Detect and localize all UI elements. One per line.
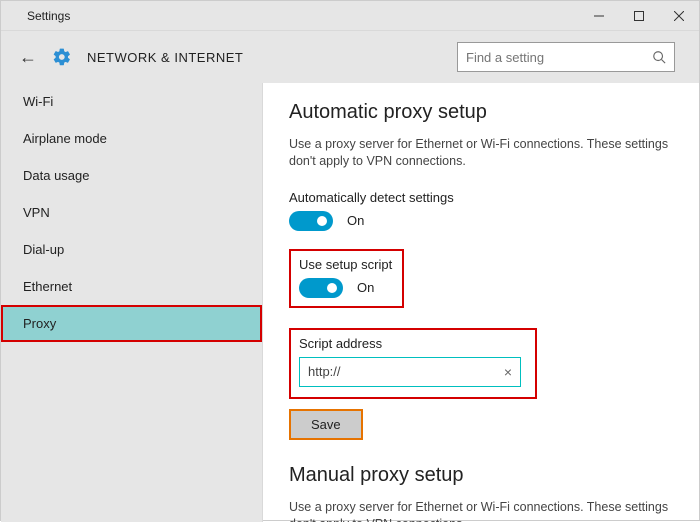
sidebar-item-label: Data usage (23, 168, 90, 183)
sidebar-item-ethernet[interactable]: Ethernet (1, 268, 262, 305)
search-input-wrap[interactable] (457, 42, 675, 72)
sidebar-item-label: Ethernet (23, 279, 72, 294)
auto-detect-label: Automatically detect settings (289, 190, 673, 205)
search-icon (652, 50, 666, 64)
gear-icon (51, 47, 73, 67)
save-button[interactable]: Save (289, 409, 363, 440)
manual-desc: Use a proxy server for Ethernet or Wi-Fi… (289, 499, 669, 522)
maximize-button[interactable] (619, 1, 659, 31)
script-address-input[interactable] (308, 364, 504, 379)
auto-detect-toggle[interactable] (289, 211, 333, 231)
clear-input-icon[interactable]: × (504, 364, 512, 380)
script-address-input-wrap[interactable]: × (299, 357, 521, 387)
use-script-toggle[interactable] (299, 278, 343, 298)
script-address-label: Script address (299, 336, 525, 351)
sidebar-item-label: VPN (23, 205, 50, 220)
sidebar-item-wifi[interactable]: Wi-Fi (1, 83, 262, 120)
use-script-state: On (357, 280, 374, 295)
manual-heading: Manual proxy setup (289, 464, 673, 487)
sidebar: Wi-Fi Airplane mode Data usage VPN Dial-… (1, 83, 263, 522)
content: Automatic proxy setup Use a proxy server… (263, 83, 699, 522)
search-input[interactable] (466, 50, 652, 65)
window-title: Settings (27, 9, 70, 23)
sidebar-item-label: Wi-Fi (23, 94, 53, 109)
minimize-button[interactable] (579, 1, 619, 31)
back-button[interactable]: ← (19, 47, 37, 68)
sidebar-item-proxy[interactable]: Proxy (1, 305, 262, 342)
script-address-group: Script address × (289, 328, 537, 399)
use-script-label: Use setup script (299, 257, 392, 272)
sidebar-item-label: Dial-up (23, 242, 64, 257)
sidebar-item-label: Airplane mode (23, 131, 107, 146)
auto-heading: Automatic proxy setup (289, 101, 673, 124)
sidebar-item-label: Proxy (23, 316, 56, 331)
sidebar-item-vpn[interactable]: VPN (1, 194, 262, 231)
header: ← NETWORK & INTERNET (1, 31, 699, 83)
sidebar-item-airplane[interactable]: Airplane mode (1, 120, 262, 157)
auto-desc: Use a proxy server for Ethernet or Wi-Fi… (289, 136, 669, 170)
auto-detect-state: On (347, 213, 364, 228)
sidebar-item-data-usage[interactable]: Data usage (1, 157, 262, 194)
titlebar: Settings (1, 1, 699, 31)
save-button-label: Save (311, 417, 341, 432)
page-title: NETWORK & INTERNET (87, 50, 243, 65)
sidebar-item-dialup[interactable]: Dial-up (1, 231, 262, 268)
close-button[interactable] (659, 1, 699, 31)
use-script-group: Use setup script On (289, 249, 404, 308)
